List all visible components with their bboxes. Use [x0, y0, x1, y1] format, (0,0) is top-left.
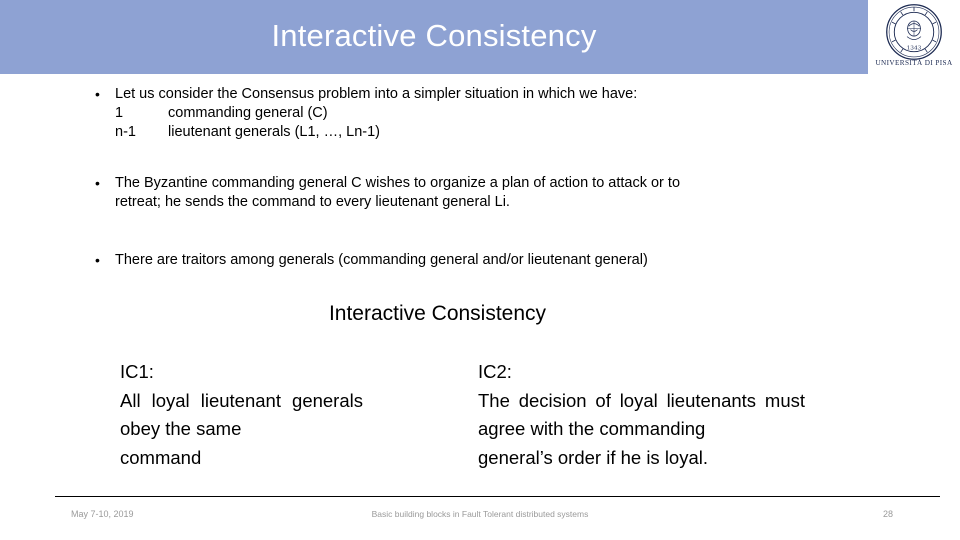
bullet-1-subline-2: n-1 lieutenant generals (L1, …, Ln-1): [115, 123, 795, 142]
bullet-3-text: There are traitors among generals (comma…: [115, 252, 648, 268]
slide-body: • Let us consider the Consensus problem …: [0, 74, 960, 489]
bullet-2-content: The Byzantine commanding general C wishe…: [115, 174, 815, 212]
subline-1-label: 1: [115, 104, 124, 121]
condition-ic1: IC1: All loyal lieutenant generals obey …: [120, 358, 363, 473]
svg-text:1343: 1343: [907, 45, 922, 51]
bullet-1-subline-1: 1 commanding general (C): [115, 104, 795, 123]
subline-2-label: n-1: [115, 123, 136, 140]
ic1-title: IC1:: [120, 361, 154, 382]
slide: Interactive Consistency 1343 UNIVERSITÀ …: [0, 0, 960, 540]
university-seal-icon: 1343: [886, 4, 942, 60]
bullet-marker: •: [95, 252, 100, 268]
ic1-line-1: All loyal lieutenant: [120, 389, 281, 411]
bullet-2-line-2: retreat; he sends the command to every l…: [115, 193, 510, 210]
university-logo: 1343 UNIVERSITÀ DI PISA: [868, 0, 960, 78]
ic1-body: All loyal lieutenant generals obey the s…: [120, 387, 363, 473]
ic2-line-3: general’s order if he is loyal.: [478, 447, 709, 469]
section-heading: Interactive Consistency: [328, 302, 547, 325]
bullet-item-1: • Let us consider the Consensus problem …: [95, 85, 795, 142]
slide-footer: May 7-10, 2019 Basic building blocks in …: [0, 505, 960, 529]
bullet-1-text: Let us consider the Consensus problem in…: [115, 86, 638, 102]
bullet-item-3: • There are traitors among generals (com…: [95, 251, 815, 270]
subline-2-value: lieutenant generals (L1, …, Ln-1): [168, 123, 380, 140]
footer-divider: [55, 496, 940, 497]
bullet-item-2: • The Byzantine commanding general C wis…: [95, 174, 815, 212]
condition-ic2: IC2: The decision of loyal lieutenants m…: [478, 358, 805, 473]
ic1-line-3: command: [120, 447, 202, 469]
bullet-1-content: Let us consider the Consensus problem in…: [115, 85, 795, 142]
bullet-marker: •: [95, 175, 100, 191]
footer-page-number: 28: [882, 509, 893, 519]
subline-1-value: commanding general (C): [168, 104, 328, 121]
logo-caption: UNIVERSITÀ DI PISA: [875, 59, 953, 67]
bullet-marker: •: [95, 86, 100, 102]
ic2-line-1: The decision of loyal lieutenants: [478, 389, 757, 411]
bullet-2-line-1: The Byzantine commanding general C wishe…: [115, 175, 681, 191]
ic2-title: IC2:: [478, 361, 512, 382]
ic2-body: The decision of loyal lieutenants must a…: [478, 387, 805, 473]
footer-subject: Basic building blocks in Fault Tolerant …: [371, 509, 589, 519]
slide-title: Interactive Consistency: [271, 18, 597, 53]
